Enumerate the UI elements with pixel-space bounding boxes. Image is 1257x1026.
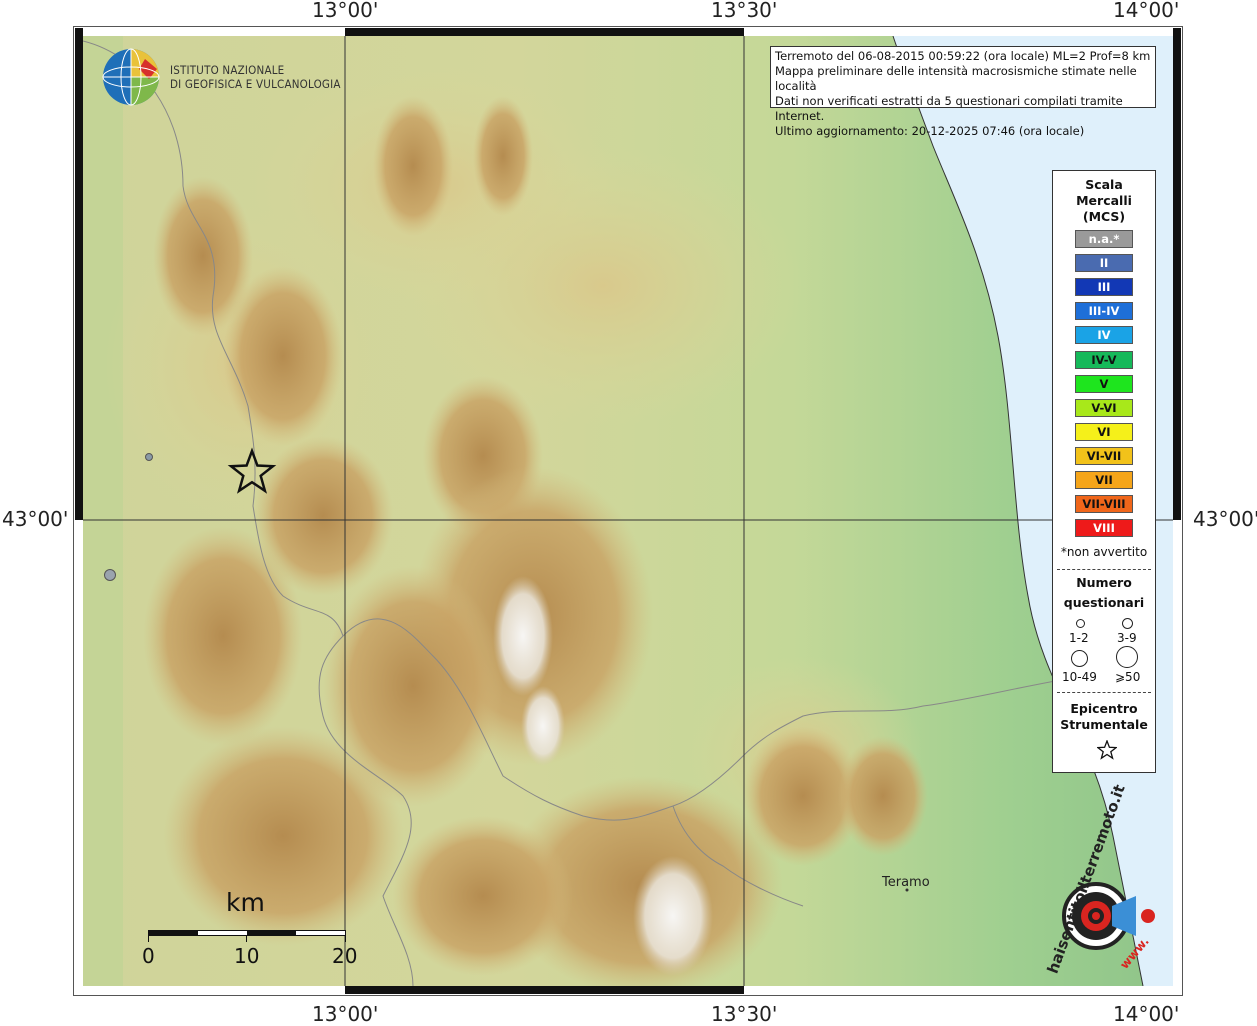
coord-right-4300: 43°00' [1193, 507, 1257, 531]
frame-bottom-bar [345, 986, 744, 994]
frame-top-bar [345, 28, 744, 36]
numero-line1: Numero [1076, 575, 1132, 590]
numero-title: Numero questionari [1053, 573, 1155, 613]
frame-top-bar-left [75, 28, 83, 36]
ingv-logo [101, 47, 161, 107]
map-area[interactable] [83, 36, 1173, 986]
coord-top-1330: 13°30' [711, 0, 778, 22]
scale-tick-10: 10 [234, 944, 260, 968]
frame-right-bar [1173, 36, 1181, 520]
info-line1: Terremoto del 06-08-2015 00:59:22 (ora l… [775, 49, 1151, 63]
info-line2: Mappa preliminare delle intensità macros… [775, 64, 1137, 93]
intensity-swatch: II [1075, 254, 1133, 273]
epicentro-line1: Epicentro [1070, 701, 1138, 716]
coord-bottom-1300: 13°00' [312, 1002, 379, 1026]
coord-bottom-1330: 13°30' [711, 1002, 778, 1026]
legend-panel: Scala Mercalli (MCS) n.a.* II III III-IV IV I… [1052, 170, 1156, 773]
size-label-3-9: 3-9 [1117, 631, 1137, 645]
coord-bottom-1400: 14°00' [1113, 1002, 1180, 1026]
scale-tick-0: 0 [142, 944, 155, 968]
legend-divider-1 [1057, 569, 1151, 570]
legend-title-line1: Scala [1085, 177, 1123, 192]
scale-unit: km [226, 888, 265, 917]
frame-left-bar [75, 36, 83, 520]
intensity-swatch: III [1075, 278, 1133, 297]
intensity-swatch: III-IV [1075, 302, 1133, 321]
event-info-box: Terremoto del 06-08-2015 00:59:22 (ora l… [770, 46, 1156, 138]
legend-title-line3: (MCS) [1082, 209, 1126, 224]
size-label-10-49: 10-49 [1062, 670, 1097, 684]
intensity-swatch: VIII [1075, 519, 1133, 538]
epicentro-title: Epicentro Strumentale [1053, 701, 1155, 733]
intensity-swatch: n.a.* [1075, 230, 1133, 248]
coord-left-4300: 43°00' [2, 507, 69, 531]
intensity-swatch: V-VI [1075, 398, 1133, 417]
ingv-line2: DI GEOFISICA E VULCANOLOGIA [170, 77, 341, 91]
haisentito-logo: haisentitoilterremoto.it www. [1036, 782, 1161, 976]
intensity-swatch: VI-VII [1075, 446, 1133, 465]
legend-title-line2: Mercalli [1076, 193, 1132, 208]
size-label-50: ⩾50 [1115, 670, 1141, 684]
scale-tick-20: 20 [332, 944, 358, 968]
intensity-swatch: IV [1075, 326, 1133, 345]
frame-top-bar-right [1173, 28, 1181, 36]
size-label-1-2: 1-2 [1069, 631, 1089, 645]
info-line3: Dati non verificati estratti da 5 questi… [775, 94, 1123, 123]
legend-star-icon [1097, 740, 1117, 760]
ingv-line1: ISTITUTO NAZIONALE [170, 63, 285, 77]
terrain-map [83, 36, 1173, 986]
intensity-swatch: VII [1075, 471, 1133, 489]
numero-line2: questionari [1063, 595, 1145, 610]
info-line4: Ultimo aggiornamento: 20-12-2025 07:46 (… [775, 124, 1085, 138]
ingv-name: ISTITUTO NAZIONALE DI GEOFISICA E VULCAN… [170, 63, 341, 91]
intensity-swatch: IV-V [1075, 350, 1133, 369]
intensity-swatch: VII-VIII [1075, 495, 1133, 514]
size-circle-1-2 [1076, 619, 1085, 628]
legend-divider-2 [1057, 692, 1151, 693]
legend-note: *non avvertito [1060, 545, 1148, 559]
size-circle-3-9 [1122, 618, 1133, 629]
size-circle-10-49 [1071, 650, 1088, 667]
legend-title: Scala Mercalli (MCS) [1053, 177, 1155, 225]
coord-top-1300: 13°00' [312, 0, 379, 22]
size-circle-50 [1116, 646, 1138, 668]
place-label-teramo: Teramo [882, 875, 930, 890]
coord-top-1400: 14°00' [1113, 0, 1180, 22]
scale-ticks [148, 936, 346, 942]
intensity-swatch: V [1075, 374, 1133, 393]
intensity-swatch: VI [1075, 422, 1133, 441]
epicentro-line2: Strumentale [1060, 717, 1148, 732]
